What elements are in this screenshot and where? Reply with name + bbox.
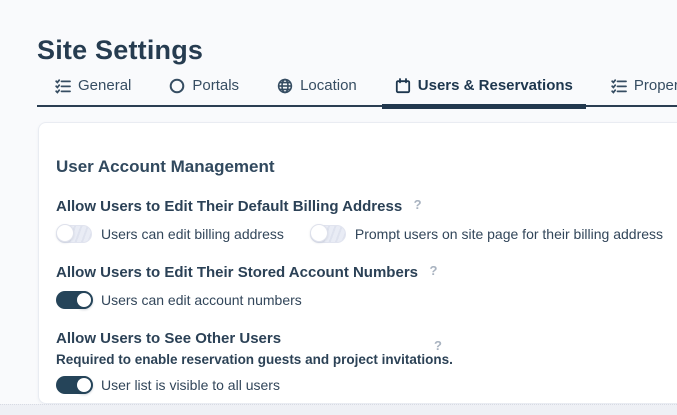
tab-portals[interactable]: Portals — [169, 77, 239, 94]
toggle-row: User list is visible to all users — [56, 376, 677, 394]
help-icon[interactable]: ? — [429, 263, 437, 278]
toggle-row: Users can edit billing address Prompt us… — [56, 225, 677, 243]
page-section-divider — [0, 404, 677, 415]
toggle-knob — [75, 376, 93, 394]
tab-label: Location — [300, 77, 357, 94]
card-title: User Account Management — [56, 157, 677, 177]
section-see-other-users: Allow Users to See Other Users ? Require… — [56, 330, 677, 394]
calendar-icon — [395, 78, 411, 94]
toggle-users-can-edit-billing[interactable] — [56, 225, 92, 243]
tab-general[interactable]: General — [55, 77, 131, 94]
toggle-user-list-visible[interactable] — [56, 376, 92, 394]
tab-properties[interactable]: Properties — [611, 77, 677, 94]
tab-label: Properties — [634, 77, 677, 94]
tab-location[interactable]: Location — [277, 77, 357, 94]
section-subtitle: Required to enable reservation guests an… — [56, 352, 677, 367]
toggle-knob — [310, 224, 328, 242]
section-heading: Allow Users to Edit Their Default Billin… — [56, 198, 402, 215]
checklist-icon — [55, 78, 71, 94]
help-icon[interactable]: ? — [414, 197, 422, 212]
globe-icon — [277, 78, 293, 94]
user-account-management-card: User Account Management Allow Users to E… — [38, 122, 677, 404]
toggle-label: User list is visible to all users — [101, 377, 280, 393]
settings-tab-bar: General Portals Location — [37, 77, 677, 107]
tab-users-reservations[interactable]: Users & Reservations — [395, 77, 573, 94]
toggle-prompt-users-billing[interactable] — [310, 225, 346, 243]
section-heading: Allow Users to See Other Users — [56, 330, 281, 347]
toggle-group-edit-billing: Users can edit billing address — [56, 225, 284, 243]
page-title: Site Settings — [37, 35, 203, 66]
toggle-label: Prompt users on site page for their bill… — [355, 226, 663, 242]
toggle-group-edit-account-numbers: Users can edit account numbers — [56, 291, 302, 309]
toggle-group-prompt-billing: Prompt users on site page for their bill… — [310, 225, 663, 243]
tab-label: Users & Reservations — [418, 77, 573, 94]
tab-label: Portals — [192, 77, 239, 94]
toggle-label: Users can edit billing address — [101, 226, 284, 242]
toggle-label: Users can edit account numbers — [101, 292, 302, 308]
section-heading: Allow Users to Edit Their Stored Account… — [56, 264, 418, 281]
toggle-row: Users can edit account numbers — [56, 291, 677, 309]
help-icon[interactable]: ? — [434, 338, 442, 353]
tab-label: General — [78, 77, 131, 94]
section-billing-address: Allow Users to Edit Their Default Billin… — [56, 198, 677, 243]
toggle-knob — [56, 224, 74, 242]
toggle-group-user-list-visible: User list is visible to all users — [56, 376, 280, 394]
circle-icon — [169, 78, 185, 94]
toggle-users-can-edit-account-numbers[interactable] — [56, 291, 92, 309]
toggle-knob — [75, 291, 93, 309]
checklist-icon — [611, 78, 627, 94]
section-account-numbers: Allow Users to Edit Their Stored Account… — [56, 264, 677, 309]
